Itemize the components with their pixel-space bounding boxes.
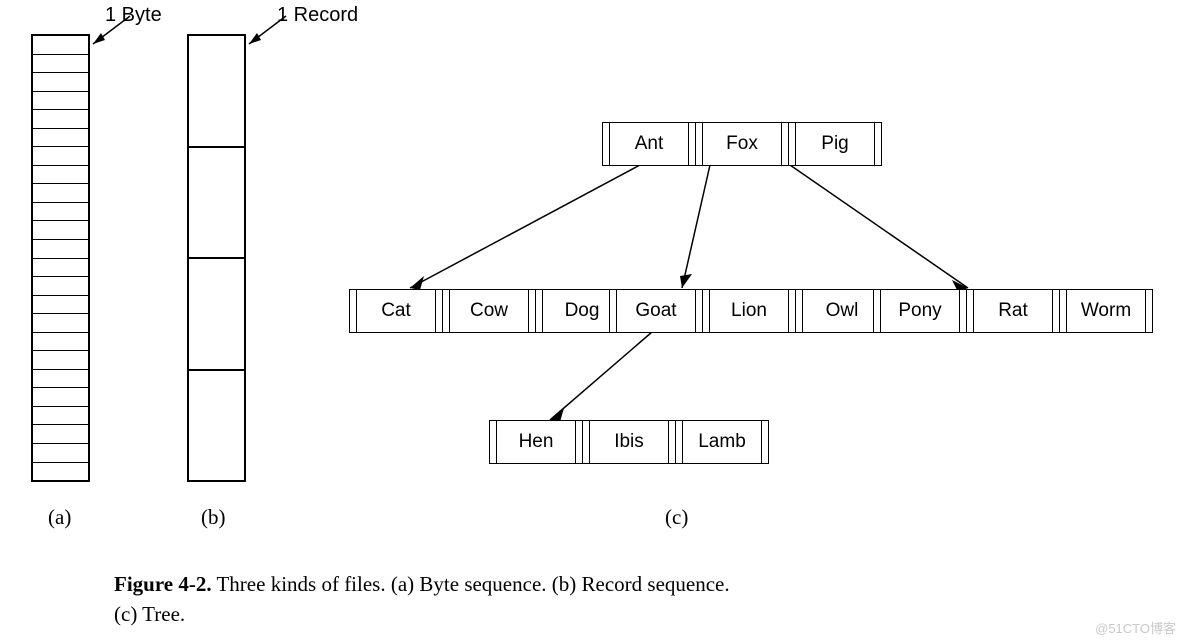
tree-cell: Worm bbox=[1066, 290, 1145, 332]
label-a: (a) bbox=[48, 505, 71, 530]
tree-cell: Owl bbox=[802, 290, 881, 332]
tree-cell: Lamb bbox=[682, 421, 761, 463]
label-1-byte: 1 Byte bbox=[105, 4, 162, 27]
tree-cell: Ibis bbox=[589, 421, 668, 463]
tree-node-child-3: Pony Rat Worm bbox=[873, 289, 1153, 333]
tree-cell: Cow bbox=[449, 290, 528, 332]
tree-cell: Lion bbox=[709, 290, 788, 332]
tree-cell: Goat bbox=[616, 290, 695, 332]
tree-node-child-2: Goat Lion Owl bbox=[609, 289, 889, 333]
caption-line-2: (c) Tree. bbox=[114, 602, 185, 626]
tree-node-child-1: CatCowDog bbox=[349, 289, 629, 333]
tree-cell: Pig bbox=[795, 123, 874, 165]
tree-cell: Rat bbox=[973, 290, 1052, 332]
tree-node-grandchild: Hen Ibis Lamb bbox=[489, 420, 769, 464]
watermark: @51CTO博客 bbox=[1095, 618, 1176, 637]
label-b: (b) bbox=[201, 505, 226, 530]
label-1-record: 1 Record bbox=[277, 4, 358, 27]
byte-sequence-column bbox=[31, 34, 90, 482]
tree-cell: Pony bbox=[880, 290, 959, 332]
caption-figure-number: Figure 4-2. bbox=[114, 572, 212, 596]
caption-line-1: Three kinds of files. (a) Byte sequence.… bbox=[212, 572, 730, 596]
label-c: (c) bbox=[665, 505, 688, 530]
tree-cell: Cat bbox=[356, 290, 435, 332]
figure-caption: Figure 4-2. Three kinds of files. (a) By… bbox=[114, 569, 1014, 630]
record-sequence-column bbox=[187, 34, 246, 482]
tree-node-root: Ant Fox Pig bbox=[602, 122, 882, 166]
tree-cell: Fox bbox=[702, 123, 781, 165]
tree-cell: Hen bbox=[496, 421, 575, 463]
tree-cell: Ant bbox=[609, 123, 688, 165]
